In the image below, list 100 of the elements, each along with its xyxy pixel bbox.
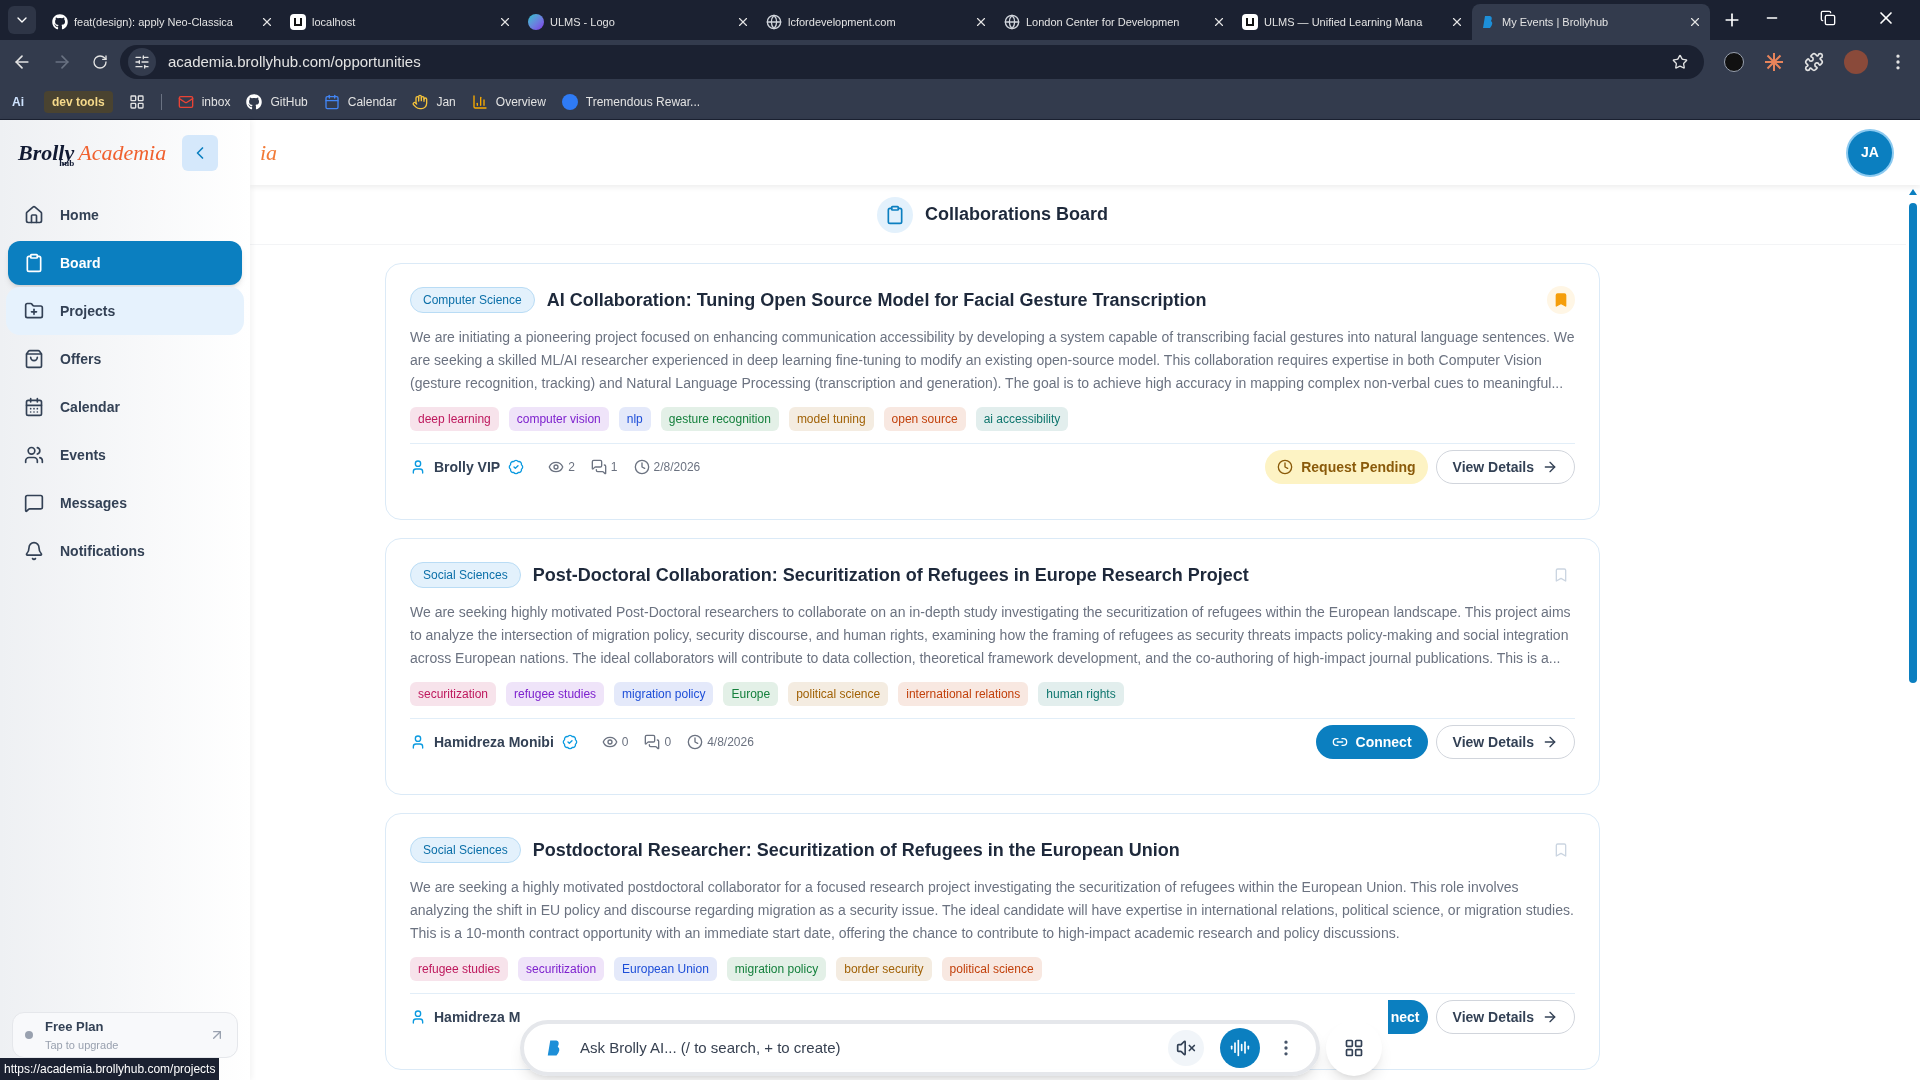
clock-icon	[1277, 459, 1294, 475]
card-title[interactable]: Postdoctoral Researcher: Securitization of Refugees in the European Union	[532, 836, 1535, 864]
nav-item[interactable]: Board	[8, 241, 242, 285]
bookmark-label: Tremendous Rewar...	[585, 93, 701, 111]
apps-icon[interactable]	[128, 93, 145, 110]
category-badge: Social Sciences	[410, 562, 521, 588]
reload-icon[interactable]	[92, 54, 108, 70]
clock-icon	[633, 459, 650, 475]
tag: deep learning	[410, 407, 499, 431]
tag: refugee studies	[410, 957, 509, 981]
github-icon	[246, 93, 263, 110]
close-icon[interactable]	[736, 15, 750, 29]
bookmark-folder[interactable]: dev tools	[44, 90, 113, 113]
comments-icon	[644, 734, 661, 750]
browser-tab[interactable]: localhost	[282, 4, 520, 40]
card-title[interactable]: Post-Doctoral Collaboration: Securitization of Refugees in Europe Research Project	[532, 561, 1535, 589]
logo-product-text: Academia	[78, 141, 167, 164]
mail-icon	[177, 93, 194, 110]
tag: migration policy	[614, 682, 714, 706]
tag: European Union	[614, 957, 717, 981]
voice-button[interactable]	[1220, 1028, 1260, 1068]
bookmark[interactable]: Overview	[471, 92, 546, 111]
tag: open source	[883, 407, 966, 431]
nav-icon	[24, 253, 44, 273]
arrow-right-icon	[1542, 734, 1558, 750]
bookmark[interactable]: Jan	[412, 92, 456, 111]
browser-tab[interactable]: London Center for Developmen	[996, 4, 1234, 40]
author-name[interactable]: Brolly VIP	[434, 456, 501, 478]
close-icon[interactable]	[974, 15, 988, 29]
tab-search-button[interactable]	[8, 6, 36, 34]
page-title: Collaborations Board	[925, 203, 1108, 226]
bookmark-label: inbox	[201, 93, 231, 111]
user-icon	[410, 734, 426, 750]
assistant-bar[interactable]: Ask Brolly AI... (/ to search, + to create)	[520, 1020, 1320, 1076]
bookmark[interactable]: Tremendous Rewar...	[561, 92, 701, 111]
browser-tab[interactable]: lcfordevelopment.com	[758, 4, 996, 40]
tab-title: ULMS - Logo	[550, 14, 616, 30]
comments-count: 1	[610, 459, 618, 476]
views-count: 2	[568, 459, 575, 476]
tag: gesture recognition	[660, 407, 779, 431]
author-name[interactable]: Hamidreza M	[434, 1006, 521, 1028]
grid-icon	[1344, 1038, 1364, 1058]
close-icon[interactable]	[1212, 15, 1226, 29]
views-icon	[548, 459, 565, 475]
bookmark-label: Jan	[436, 93, 456, 111]
browser-tab[interactable]: feat(design): apply Neo-Classica	[44, 4, 282, 40]
browser-tab[interactable]: ULMS — Unified Learning Mana	[1234, 4, 1472, 40]
user-avatar[interactable]: JA	[1848, 130, 1892, 175]
connect-button[interactable]: Connect	[1315, 725, 1428, 759]
bookmark[interactable]: GitHub	[246, 92, 308, 111]
tag: ai accessibility	[975, 407, 1069, 431]
close-icon[interactable]	[1688, 15, 1702, 29]
author-name[interactable]: Hamidreza Monibi	[434, 731, 554, 753]
close-icon[interactable]	[1450, 15, 1464, 29]
nav-icon	[24, 397, 44, 417]
tab-title: ULMS — Unified Learning Mana	[1264, 14, 1424, 30]
card-title[interactable]: AI Collaboration: Tuning Open Source Model for Facial Gesture Transcription	[546, 286, 1535, 314]
site-info-icon[interactable]	[128, 48, 156, 76]
tag: international relations	[898, 682, 1029, 706]
request-pending-button[interactable]: Request Pending	[1265, 450, 1428, 484]
nav-item[interactable]: Projects	[8, 289, 242, 333]
tag: Europe	[723, 682, 779, 706]
nav-item[interactable]: Home	[8, 193, 242, 237]
nav-item[interactable]: Messages	[8, 481, 242, 525]
tag: political science	[941, 957, 1042, 981]
nav-icon	[24, 541, 44, 561]
nav-icon	[24, 301, 44, 321]
extensions-icon[interactable]	[1804, 52, 1824, 72]
sparkle-icon[interactable]	[1764, 52, 1784, 72]
plan-card[interactable]: Free Plan Tap to upgrade	[12, 1012, 238, 1058]
favicon-icon	[528, 14, 544, 30]
assistant-input[interactable]: Ask Brolly AI... (/ to search, + to create)	[580, 1036, 1152, 1060]
tag: nlp	[618, 407, 651, 431]
extension-icon[interactable]	[1724, 52, 1744, 72]
mute-icon[interactable]	[1168, 1030, 1204, 1066]
bookmark[interactable]: Calendar	[323, 92, 397, 111]
address-bar[interactable]: academia.brollyhub.com/opportunities	[120, 45, 1704, 79]
card-description: We are seeking a highly motivated postdoctoral collaborator for a focused research project investigating the securitization of refugees within the European Union. This role involves analyzing the shift in EU policy and discourse regarding migration as a security issue. The ideal candidate will have expertise in international relations, political science, or migration studies. This is a 10-month contract opportunity with an immediate start date, offering the chance to contribute to high-impact academic research and policy discussions.	[410, 878, 1575, 943]
connect-button[interactable]: nect	[1387, 1000, 1428, 1034]
nav-item[interactable]: Offers	[8, 337, 242, 381]
close-icon[interactable]	[498, 15, 512, 29]
category-badge: Social Sciences	[410, 837, 521, 863]
views-icon	[601, 734, 618, 750]
tag: securitization	[410, 682, 497, 706]
nav-item[interactable]: Calendar	[8, 385, 242, 429]
browser-tab[interactable]: ULMS - Logo	[520, 4, 758, 40]
close-icon[interactable]	[260, 15, 274, 29]
bookmark[interactable]: inbox	[177, 92, 231, 111]
bookmark-star-icon[interactable]	[1672, 54, 1688, 70]
bookmark-label: Overview	[495, 93, 546, 111]
nav-item[interactable]: Events	[8, 433, 242, 477]
tag: model tuning	[788, 407, 874, 431]
bookmark[interactable]: Ai	[8, 92, 28, 111]
tab-title: London Center for Developmen	[1026, 14, 1181, 30]
restore-icon[interactable]	[1820, 10, 1836, 26]
tag: border security	[836, 957, 932, 981]
nav-item[interactable]: Notifications	[8, 529, 242, 573]
globe-icon	[1004, 14, 1020, 30]
arrow-right-icon	[1542, 1009, 1558, 1025]
browser-tab[interactable]: My Events | Brollyhub	[1472, 4, 1710, 40]
